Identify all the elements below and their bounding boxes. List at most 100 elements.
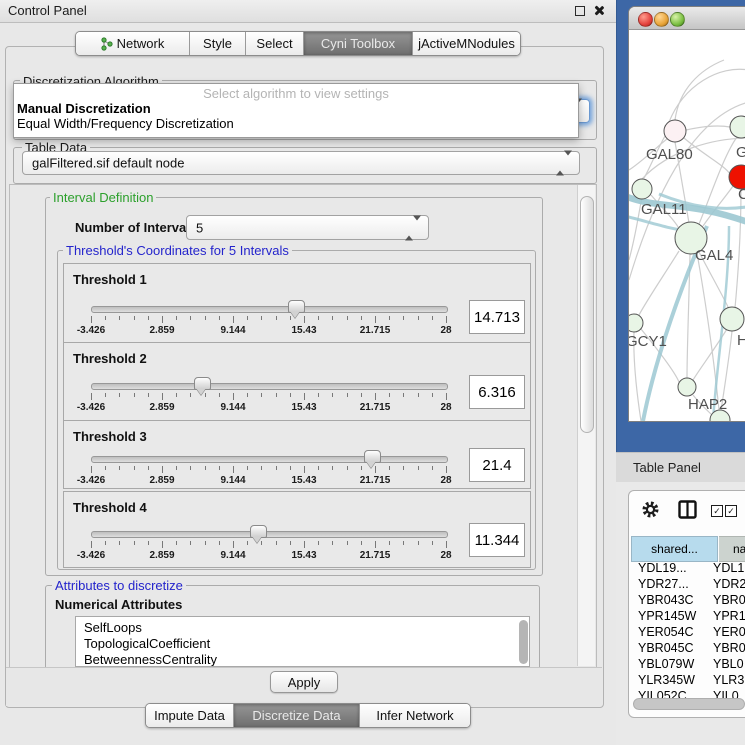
slider-tick: [318, 393, 319, 397]
slider-tick: [219, 541, 220, 545]
checkbox-icon[interactable]: ✓: [725, 505, 737, 517]
zoom-traffic-light[interactable]: [670, 12, 685, 27]
minimize-traffic-light[interactable]: [654, 12, 669, 27]
close-icon[interactable]: [593, 5, 604, 16]
cell-shared-name: YLR345W: [638, 673, 695, 687]
tab-jactivemnodules[interactable]: jActiveMNodules: [412, 32, 520, 55]
column-layout-icon[interactable]: [678, 500, 697, 519]
tab-style[interactable]: Style: [189, 32, 245, 55]
threshold-panel-1: Threshold 1-3.4262.8599.14415.4321.71528…: [63, 263, 531, 343]
cell-shared-name: YPR145W: [638, 609, 696, 623]
checkbox-icon[interactable]: ✓: [711, 505, 723, 517]
table-row[interactable]: YBR043CYBR0: [629, 592, 745, 608]
slider-tick: [91, 393, 92, 400]
list-scrollbar[interactable]: [519, 620, 528, 664]
control-panel-tabs: NetworkStyleSelectCyni Toolbox jActiveMNo…: [75, 31, 521, 56]
popup-item-1[interactable]: Manual Discretization: [17, 101, 151, 116]
slider-tick: [190, 316, 191, 320]
network-window-titlebar[interactable]: [629, 7, 745, 30]
app-window: Control Panel NetworkStyleSelectCyni Too…: [0, 0, 745, 745]
tab-cyni-toolbox[interactable]: Cyni Toolbox: [303, 32, 412, 55]
threshold-value-field[interactable]: 21.4: [469, 448, 525, 482]
column-header-name[interactable]: na: [719, 536, 745, 562]
gear-icon[interactable]: [641, 500, 660, 519]
slider-tick-label: 21.715: [360, 402, 391, 413]
slider-tick: [91, 466, 92, 473]
num-intervals-combo[interactable]: 5: [186, 215, 429, 240]
slider-track[interactable]: [91, 531, 448, 538]
table-row[interactable]: YLR345WYLR3: [629, 672, 745, 688]
tab-discretize-data[interactable]: Discretize Data: [233, 704, 359, 727]
attribute-list-item[interactable]: TopologicalCoefficient: [76, 636, 529, 652]
network-node[interactable]: [629, 314, 643, 332]
tab-impute-data[interactable]: Impute Data: [146, 704, 233, 727]
network-node[interactable]: [730, 116, 745, 138]
column-header-shared-name[interactable]: shared...: [631, 536, 718, 562]
network-node[interactable]: [632, 179, 652, 199]
cell-name: YPR1: [713, 609, 745, 623]
table-row[interactable]: YPR145W YPR1: [629, 608, 745, 624]
network-view-window: GAL80GAGAL11CGAL4GCY1HHAP2: [628, 6, 745, 422]
network-node-label: GAL80: [646, 146, 693, 163]
slider-track[interactable]: [91, 306, 448, 313]
network-node-label: GA: [736, 144, 745, 161]
table-row[interactable]: YBL079WYBL0: [629, 656, 745, 672]
slider-tick: [446, 541, 447, 548]
attribute-list-item[interactable]: BetweennessCentrality: [76, 652, 529, 667]
network-node[interactable]: [664, 120, 686, 142]
slider-tick: [148, 393, 149, 397]
slider-thumb[interactable]: [364, 450, 381, 463]
slider-track[interactable]: [91, 383, 448, 390]
tab-label: Infer Network: [376, 708, 453, 723]
table-row[interactable]: YER054CYER0: [629, 624, 745, 640]
attribute-list-item[interactable]: SelfLoops: [76, 617, 529, 636]
slider-tick: [162, 316, 163, 323]
cyni-mode-tabs: Impute DataDiscretize Data Infer Network: [145, 703, 471, 728]
slider-thumb[interactable]: [288, 300, 305, 313]
slider-tick: [261, 466, 262, 470]
table-horizontal-scrollbar[interactable]: [633, 698, 745, 710]
slider-tick: [290, 393, 291, 397]
apply-button[interactable]: Apply: [270, 671, 338, 693]
threshold-value-field[interactable]: 11.344: [469, 523, 525, 557]
num-intervals-label: Number of Intervals: [75, 220, 197, 235]
tab-select[interactable]: Select: [245, 32, 303, 55]
slider-tick: [304, 466, 305, 473]
node-table-panel: ✓ ✓ shared... na YDL19...YDL1YDR27...YDR…: [628, 490, 745, 718]
settings-scrollbar-track[interactable]: [577, 185, 595, 666]
tab-label: jActiveMNodules: [418, 36, 515, 51]
slider-tick: [389, 541, 390, 545]
float-window-icon[interactable]: [575, 6, 585, 16]
slider-thumb[interactable]: [194, 377, 211, 390]
slider-tick: [205, 541, 206, 545]
tab-infer-network[interactable]: Infer Network: [359, 704, 470, 727]
close-traffic-light[interactable]: [638, 12, 653, 27]
tab-network[interactable]: Network: [76, 32, 189, 55]
table-row[interactable]: YDL19...YDL1: [629, 560, 745, 576]
network-node[interactable]: [678, 378, 696, 396]
table-row[interactable]: YDR27...YDR2: [629, 576, 745, 592]
slider-tick: [276, 393, 277, 397]
slider-track[interactable]: [91, 456, 448, 463]
slider-tick: [361, 466, 362, 470]
slider-tick: [247, 541, 248, 545]
slider-thumb[interactable]: [250, 525, 267, 538]
slider-tick: [418, 316, 419, 320]
slider-tick: [403, 316, 404, 320]
table-panel-titlebar: Table Panel: [616, 452, 745, 484]
table-row[interactable]: YBR045CYBR0: [629, 640, 745, 656]
threshold-label: Threshold 3: [73, 429, 147, 444]
threshold-value-field[interactable]: 14.713: [469, 300, 525, 334]
network-node[interactable]: [720, 307, 744, 331]
slider-tick: [276, 541, 277, 545]
table-data-combo[interactable]: galFiltered.sif default node: [22, 151, 580, 175]
attributes-list[interactable]: SelfLoopsTopologicalCoefficientBetweenne…: [75, 616, 530, 667]
threshold-value-field[interactable]: 6.316: [469, 375, 525, 409]
network-node-label: GAL11: [641, 201, 687, 218]
network-canvas[interactable]: GAL80GAGAL11CGAL4GCY1HHAP2: [629, 30, 745, 421]
settings-scrollbar-thumb[interactable]: [580, 196, 594, 433]
popup-item-2[interactable]: Equal Width/Frequency Discretization: [17, 116, 234, 131]
slider-tick: [361, 393, 362, 397]
slider-tick-label: 9.144: [220, 475, 245, 486]
slider-tick: [403, 466, 404, 470]
